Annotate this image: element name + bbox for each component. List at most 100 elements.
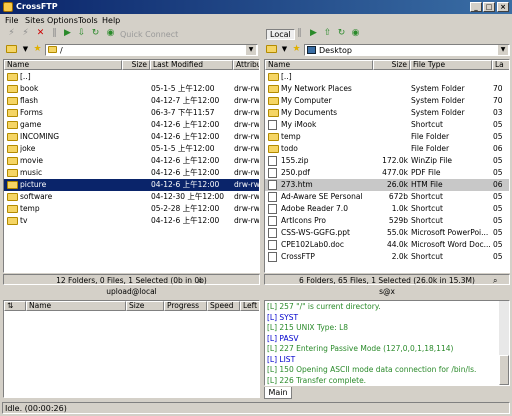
play-icon[interactable]: ▶ <box>308 28 319 39</box>
table-row[interactable]: 273.htm 26.0k HTM File 06 <box>265 179 509 191</box>
queue-col-status[interactable]: ⇅ <box>4 301 26 311</box>
left-col-size[interactable]: Size <box>122 60 150 70</box>
table-row[interactable]: INCOMING 04-12-6 上午12:00 drw-rw- <box>4 131 259 143</box>
magnifier-icon[interactable]: ⌕ <box>198 276 202 286</box>
file-modified: 05-2-28 上午12:00 <box>151 204 220 213</box>
play-icon[interactable]: ▶ <box>62 28 73 39</box>
table-row[interactable]: My iMook Shortcut 05 <box>265 119 509 131</box>
tab-main[interactable]: Main <box>264 387 292 399</box>
maximize-button[interactable]: □ <box>483 2 495 12</box>
table-row[interactable]: 250.pdf 477.0k PDF File 05 <box>265 167 509 179</box>
table-row[interactable]: Ad-Aware SE Personal 672b Shortcut 05 <box>265 191 509 203</box>
upload-icon[interactable]: ⇧ <box>322 28 333 39</box>
file-size: 672b <box>388 192 408 201</box>
table-row[interactable]: todo File Folder 06 <box>265 143 509 155</box>
right-col-name[interactable]: Name <box>265 60 373 70</box>
disconnect-icon[interactable]: ⚡ <box>20 28 31 39</box>
queue-col-size[interactable]: Size <box>126 301 164 311</box>
table-row[interactable]: My Computer System Folder 70 <box>265 95 509 107</box>
star-icon[interactable]: ★ <box>291 44 302 55</box>
table-row[interactable]: My Network Places System Folder 70 <box>265 83 509 95</box>
path-dropdown-icon[interactable]: ▼ <box>246 45 256 55</box>
file-name: My Computer <box>281 96 332 105</box>
table-row[interactable]: flash 04-12-7 上午12:00 drw-rw- <box>4 95 259 107</box>
chevron-down-icon[interactable]: ▼ <box>20 44 31 55</box>
table-row[interactable]: 155.zip 172.0k WinZip File 05 <box>265 155 509 167</box>
table-row[interactable]: game 04-12-6 上午12:00 drw-rw- <box>4 119 259 131</box>
chevron-down-icon[interactable]: ▼ <box>279 44 290 55</box>
quick-connect-button[interactable]: Quick Connect <box>120 30 178 39</box>
path-dropdown-icon[interactable]: ▼ <box>498 45 508 55</box>
left-col-attr[interactable]: Attribut <box>233 60 259 70</box>
log-scroll-thumb[interactable] <box>499 355 509 385</box>
table-row[interactable]: joke 05-1-5 上午12:00 drw-rw- <box>4 143 259 155</box>
file-name: [..] <box>20 72 31 81</box>
left-file-list: Name Size Last Modified Attribut [..] boo… <box>3 59 260 273</box>
menu-sites[interactable]: Sites <box>25 16 45 25</box>
globe-icon[interactable]: ◉ <box>105 28 116 39</box>
table-row[interactable]: picture 04-12-6 上午12:00 drw-rw- <box>4 179 259 191</box>
right-col-size[interactable]: Size <box>373 60 410 70</box>
file-modified: 04-12-30 上午12:00 <box>151 192 225 201</box>
file-modified: 04-12-6 上午12:00 <box>151 120 220 129</box>
minimize-button[interactable]: _ <box>470 2 482 12</box>
table-row[interactable]: [..] <box>4 71 259 83</box>
right-path-field[interactable]: Desktop ▼ <box>304 44 510 56</box>
table-row[interactable]: Adobe Reader 7.0 1.0k Shortcut 05 <box>265 203 509 215</box>
right-col-type[interactable]: File Type <box>410 60 492 70</box>
tab-local[interactable]: Local <box>266 29 295 40</box>
file-attributes: drw-rw- <box>234 216 260 225</box>
menu-help[interactable]: Help <box>102 16 120 25</box>
left-path-field[interactable]: / ▼ <box>45 44 258 56</box>
magnifier-icon[interactable]: ⌕ <box>493 276 497 286</box>
table-row[interactable]: CSS-WS-GGFG.ppt 55.0k Microsoft PowerPoi..… <box>265 227 509 239</box>
right-rows: [..] My Network Places System Folder 70 My C… <box>265 71 509 272</box>
table-row[interactable]: temp 05-2-28 上午12:00 drw-rw- <box>4 203 259 215</box>
table-row[interactable]: My Documents System Folder 03 <box>265 107 509 119</box>
log-line: [L] 150 Opening ASCII mode data connecti… <box>267 365 477 374</box>
table-row[interactable]: movie 04-12-6 上午12:00 drw-rw- <box>4 155 259 167</box>
table-row[interactable]: ArtIcons Pro 529b Shortcut 05 <box>265 215 509 227</box>
file-attributes: drw-rw- <box>234 96 260 105</box>
folder-up-icon[interactable] <box>6 45 17 53</box>
refresh-icon[interactable]: ↻ <box>336 28 347 39</box>
folder-icon <box>7 217 18 225</box>
log-scrollbar[interactable] <box>499 301 509 385</box>
file-attributes: drw-rw- <box>234 192 260 201</box>
queue-col-name[interactable]: Name <box>26 301 126 311</box>
table-row[interactable]: temp File Folder 05 <box>265 131 509 143</box>
star-icon[interactable]: ★ <box>32 44 43 55</box>
queue-col-progress[interactable]: Progress <box>164 301 207 311</box>
left-status: 12 Folders, 0 Files, 1 Selected (0b in 0… <box>3 274 260 285</box>
file-type: Shortcut <box>411 204 443 213</box>
table-row[interactable]: Forms 06-3-7 下午11:57 drw-rw- <box>4 107 259 119</box>
left-col-name[interactable]: Name <box>4 60 122 70</box>
folder-up-icon[interactable] <box>266 45 277 53</box>
left-col-modified[interactable]: Last Modified <box>150 60 233 70</box>
table-row[interactable]: music 04-12-6 上午12:00 drw-rw- <box>4 167 259 179</box>
menu-options[interactable]: Options <box>47 16 78 25</box>
queue-col-left[interactable]: Left <box>240 301 259 311</box>
pause-icon[interactable]: ‖ <box>49 28 60 39</box>
pause-icon[interactable]: ‖ <box>294 28 305 39</box>
file-modified: 04-12-7 上午12:00 <box>151 96 220 105</box>
right-col-last[interactable]: La <box>492 60 509 70</box>
table-row[interactable]: CPE102Lab0.doc 44.0k Microsoft Word Doc...… <box>265 239 509 251</box>
globe-icon[interactable]: ◉ <box>350 28 361 39</box>
table-row[interactable]: book 05-1-5 上午12:00 drw-rw- <box>4 83 259 95</box>
download-icon[interactable]: ⇩ <box>76 28 87 39</box>
table-row[interactable]: CrossFTP 2.0k Shortcut 05 <box>265 251 509 263</box>
close-button[interactable]: × <box>497 2 509 12</box>
table-row[interactable]: software 04-12-30 上午12:00 drw-rw- <box>4 191 259 203</box>
table-row[interactable]: tv 04-12-6 上午12:00 drw-rw- <box>4 215 259 227</box>
table-row[interactable]: [..] <box>265 71 509 83</box>
menu-file[interactable]: File <box>5 16 18 25</box>
file-type: System Folder <box>411 96 465 105</box>
right-path-bar: ▼ ★ Desktop ▼ <box>264 43 512 57</box>
queue-col-speed[interactable]: Speed <box>207 301 240 311</box>
refresh-icon[interactable]: ↻ <box>90 28 101 39</box>
right-file-list: Name Size File Type La [..] My Network Pl… <box>264 59 510 273</box>
stop-icon[interactable]: ✕ <box>35 28 46 39</box>
connect-icon[interactable]: ⚡ <box>6 28 17 39</box>
menu-tools[interactable]: Tools <box>78 16 98 25</box>
